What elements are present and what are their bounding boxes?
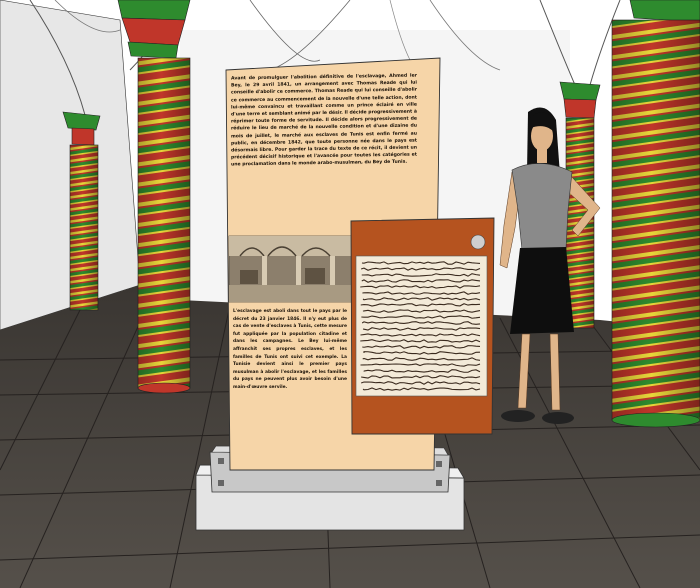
panel-upper-text: Avant de promulguer l'abolition définiti… bbox=[231, 73, 417, 168]
panel-lower-text: L'esclavage est aboli dans tout le pays … bbox=[233, 309, 347, 390]
column-right bbox=[611, 0, 700, 428]
manuscript-panel bbox=[350, 217, 495, 435]
historic-photo bbox=[228, 235, 354, 303]
exhibition-scene: Avant de promulguer l'abolition définiti… bbox=[0, 0, 700, 588]
